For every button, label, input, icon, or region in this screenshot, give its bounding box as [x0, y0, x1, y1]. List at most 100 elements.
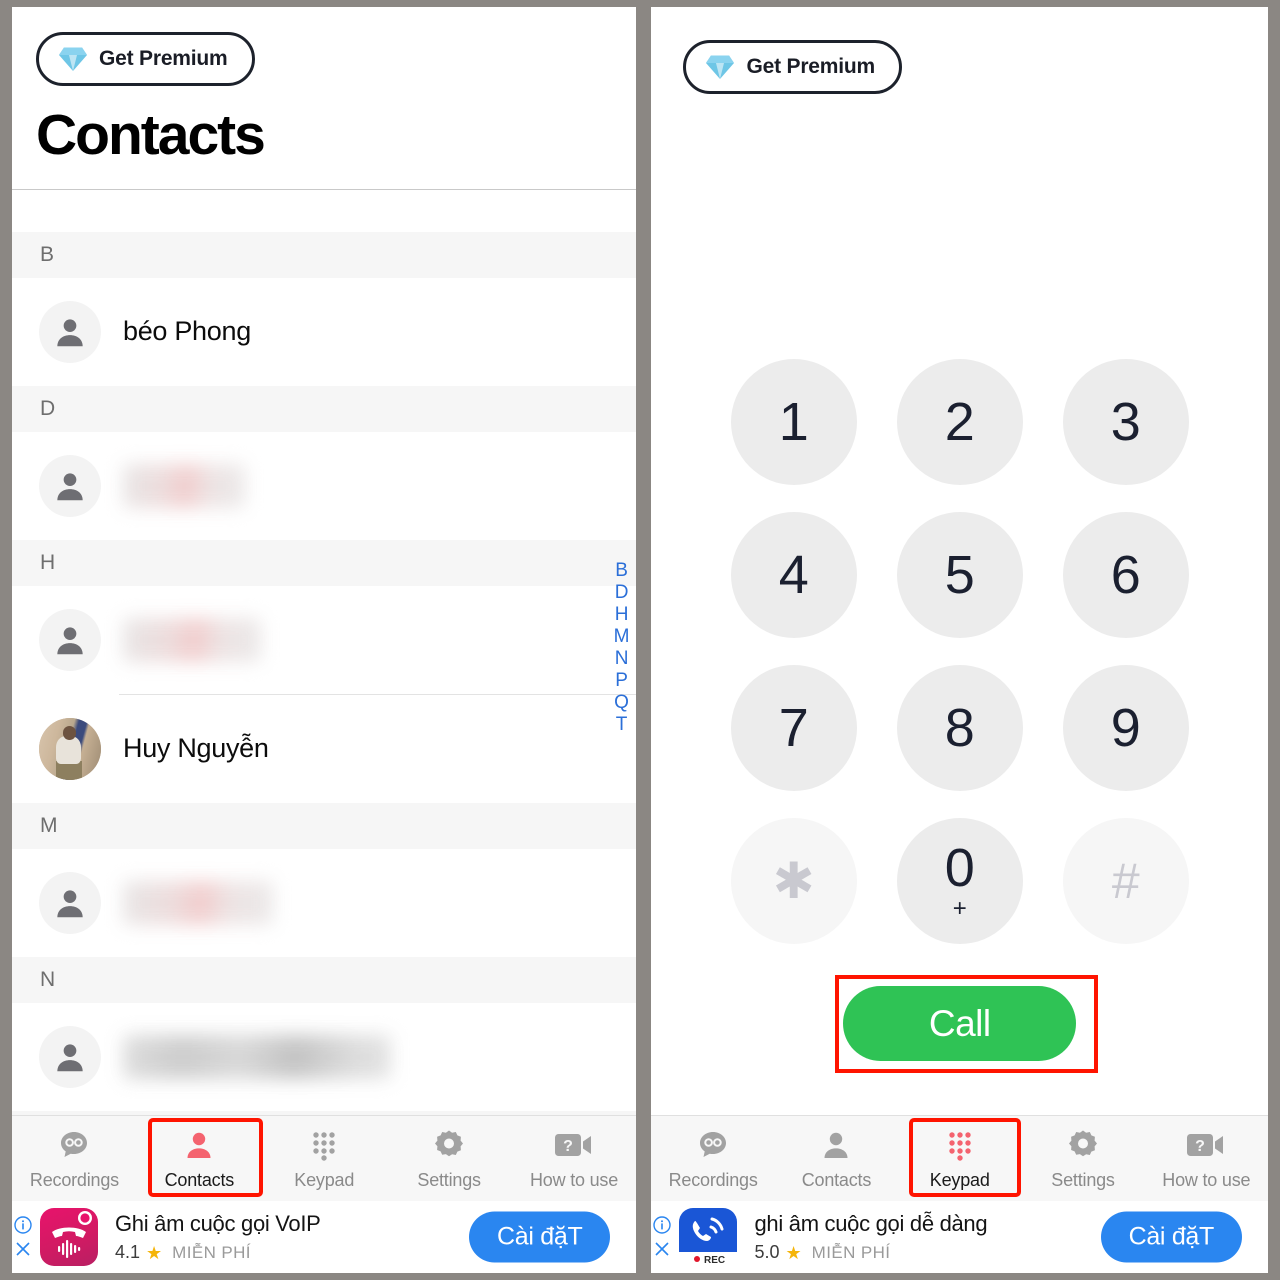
ad-price-label: MIỄN PHÍ [811, 1242, 891, 1262]
alpha-index-letter[interactable]: H [615, 604, 629, 625]
get-premium-label: Get Premium [99, 47, 228, 70]
contact-row[interactable] [12, 848, 637, 957]
dialpad-icon [943, 1127, 977, 1163]
dialpad-key-digit: 3 [1110, 392, 1141, 452]
ad-install-button[interactable]: Cài đặT [1100, 1211, 1242, 1263]
bottom-navigation-bar[interactable]: Recordings Contacts Keypad Settings? How to … [12, 1115, 637, 1201]
dialpad-key-sublabel: + [952, 895, 967, 922]
person-placeholder-icon [57, 319, 83, 347]
voicemail-bubble-icon [696, 1127, 730, 1163]
dialpad-key-3[interactable]: 3 [1062, 359, 1189, 485]
dialpad-key-digit: 5 [944, 545, 975, 605]
nav-item-how-to-use[interactable]: ? How to use [1145, 1116, 1268, 1201]
close-icon[interactable] [653, 1240, 671, 1258]
dialpad-key-9[interactable]: 9 [1062, 665, 1189, 791]
dialpad-key-5[interactable]: 5 [896, 512, 1023, 638]
nav-item-how-to-use[interactable]: ? How to use [512, 1116, 637, 1201]
nav-item-settings[interactable]: Settings [1021, 1116, 1144, 1201]
contact-name-redacted [123, 617, 261, 662]
contact-name-redacted [123, 463, 245, 508]
nav-item-keypad[interactable]: Keypad [262, 1116, 387, 1201]
avatar [39, 1025, 101, 1088]
call-button-wrap: Call [651, 986, 1268, 1061]
dialpad-row: 4 5 6 [730, 512, 1189, 638]
person-placeholder-icon [57, 1044, 83, 1072]
nav-item-label: Settings [1051, 1169, 1115, 1190]
nav-item-recordings[interactable]: Recordings [651, 1116, 774, 1201]
contact-row[interactable] [12, 431, 637, 540]
close-icon[interactable] [14, 1240, 32, 1258]
ad-subtitle: 4.1 ★ MIỄN PHÍ [115, 1242, 321, 1263]
dialpad-key-2[interactable]: 2 [896, 359, 1023, 485]
alpha-index-letter[interactable]: Q [614, 692, 629, 713]
contact-row[interactable] [12, 1002, 637, 1111]
dialpad-key-0[interactable]: 0 + [896, 818, 1023, 944]
right-phone-screen: Get Premium 1 2 3 4 5 6 7 8 9 ✱ 0 + # Call Recording… [651, 7, 1268, 1273]
ad-title: ghi âm cuộc gọi dễ dàng [754, 1211, 988, 1236]
dialpad-key-digit: # [1111, 853, 1140, 909]
dialpad-key-1[interactable]: 1 [730, 359, 857, 485]
alpha-index-letter[interactable]: D [615, 582, 629, 603]
ad-title: Ghi âm cuộc gọi VoIP [115, 1211, 321, 1236]
contact-row[interactable] [12, 585, 637, 694]
ad-banner-right[interactable]: REC ghi âm cuộc gọi dễ dàng 5.0 ★ MIỄN P… [651, 1201, 1268, 1273]
nav-item-label: Recordings [668, 1169, 758, 1190]
contact-name: Huy Nguyễn [123, 733, 269, 764]
right-header: Get Premium [651, 7, 1268, 94]
page-title: Contacts [36, 103, 266, 167]
dual-screenshot-container: Get Premium Contacts Bbéo Phong D H Huy Ngu… [0, 0, 1280, 1280]
info-icon[interactable] [14, 1216, 32, 1234]
get-premium-button[interactable]: Get Premium [683, 40, 902, 94]
nav-item-recordings[interactable]: Recordings [12, 1116, 137, 1201]
avatar [39, 717, 101, 780]
alpha-index-letter[interactable]: P [615, 670, 628, 691]
alpha-index-letter[interactable]: N [615, 648, 629, 669]
nav-item-contacts[interactable]: Contacts [775, 1116, 898, 1201]
dialpad-key-digit: ✱ [772, 853, 815, 909]
person-placeholder-icon [57, 473, 83, 501]
contacts-section-header: M [12, 802, 637, 849]
dialpad-key-hash[interactable]: # [1062, 818, 1189, 944]
dialpad[interactable]: 1 2 3 4 5 6 7 8 9 ✱ 0 + # [651, 359, 1268, 944]
get-premium-button[interactable]: Get Premium [36, 32, 255, 86]
call-button[interactable]: Call [843, 986, 1077, 1061]
voicemail-bubble-icon [57, 1127, 91, 1163]
nav-item-contacts[interactable]: Contacts [137, 1116, 262, 1201]
ad-install-button[interactable]: Cài đặT [469, 1211, 611, 1263]
contacts-list[interactable]: Bbéo PhongDHHuy NguyễnMNP [12, 231, 637, 1157]
nav-item-keypad[interactable]: Keypad [898, 1116, 1021, 1201]
dialpad-key-6[interactable]: 6 [1062, 512, 1189, 638]
contacts-section-header: H [12, 539, 637, 586]
alpha-index-letter[interactable]: M [614, 626, 630, 647]
nav-item-label: Recordings [29, 1169, 119, 1190]
bottom-navigation-bar[interactable]: Recordings Contacts Keypad Settings ? How to … [651, 1115, 1268, 1201]
ad-controls[interactable] [14, 1216, 32, 1258]
help-video-icon: ? [1186, 1127, 1226, 1163]
dialpad-key-star[interactable]: ✱ [730, 818, 857, 944]
avatar [39, 608, 101, 671]
ad-banner-left[interactable]: Ghi âm cuộc gọi VoIP 4.1 ★ MIỄN PHÍ Cài … [12, 1201, 637, 1273]
info-icon[interactable] [653, 1216, 672, 1234]
contacts-section-header: D [12, 385, 637, 432]
dialpad-key-digit: 7 [778, 698, 809, 758]
left-phone-screen: Get Premium Contacts Bbéo Phong D H Huy Ngu… [12, 7, 637, 1273]
nav-item-settings[interactable]: Settings [387, 1116, 512, 1201]
dialpad-key-8[interactable]: 8 [896, 665, 1023, 791]
alphabet-index[interactable]: BDHMNPQT [614, 560, 630, 735]
contact-row[interactable]: béo Phong [12, 277, 637, 386]
contact-name: béo Phong [123, 316, 251, 347]
alpha-index-letter[interactable]: B [615, 560, 628, 581]
ad-text-left: Ghi âm cuộc gọi VoIP 4.1 ★ MIỄN PHÍ [115, 1211, 321, 1263]
contact-row[interactable]: Huy Nguyễn [12, 694, 637, 803]
ad-controls[interactable] [653, 1216, 672, 1258]
dialpad-key-4[interactable]: 4 [730, 512, 857, 638]
person-icon [182, 1127, 216, 1163]
alpha-index-letter[interactable]: T [616, 714, 628, 735]
nav-item-label: Keypad [929, 1169, 990, 1190]
person-placeholder-icon [57, 627, 83, 655]
person-placeholder-icon [57, 890, 83, 918]
dialpad-key-7[interactable]: 7 [730, 665, 857, 791]
dialpad-key-digit: 4 [778, 545, 809, 605]
ad-app-icon-right: REC [679, 1208, 738, 1266]
avatar [39, 871, 101, 934]
